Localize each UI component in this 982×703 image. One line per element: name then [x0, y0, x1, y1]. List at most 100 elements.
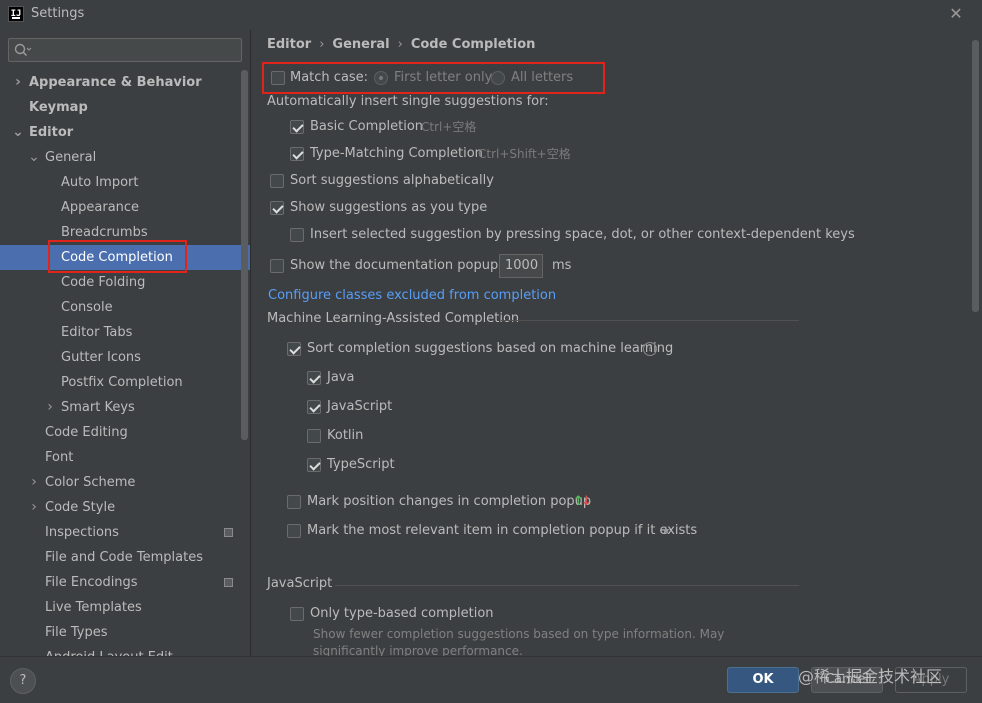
- star-icon: ★: [661, 524, 671, 537]
- ml-javascript-checkbox[interactable]: [307, 400, 321, 414]
- sidebar-item-label: Breadcrumbs: [61, 225, 148, 240]
- breadcrumb-editor[interactable]: Editor: [267, 37, 311, 52]
- js-section-separator: [335, 585, 799, 586]
- sidebar-item-console[interactable]: Console: [0, 295, 250, 320]
- sidebar-item-android-layout-edit[interactable]: Android Layout Edit...: [0, 645, 250, 656]
- sidebar-scrollbar[interactable]: [241, 70, 248, 440]
- ml-sort-checkbox[interactable]: [287, 342, 301, 356]
- show-as-type-checkbox[interactable]: [270, 201, 284, 215]
- ml-typescript-checkbox[interactable]: [307, 458, 321, 472]
- show-as-type-label: Show suggestions as you type: [290, 200, 488, 215]
- match-case-checkbox[interactable]: [271, 71, 285, 85]
- sidebar-item-keymap[interactable]: Keymap: [0, 95, 250, 120]
- sidebar-item-editor-tabs[interactable]: Editor Tabs: [0, 320, 250, 345]
- sort-alpha-label: Sort suggestions alphabetically: [290, 173, 494, 188]
- sidebar-item-breadcrumbs[interactable]: Breadcrumbs: [0, 220, 250, 245]
- mark-relevant-checkbox[interactable]: [287, 524, 301, 538]
- sidebar-item-editor[interactable]: ⌄ Editor: [0, 120, 250, 145]
- sidebar-item-label: Auto Import: [61, 175, 139, 190]
- chevron-right-icon[interactable]: ›: [28, 495, 40, 520]
- help-icon[interactable]: ?: [643, 342, 657, 356]
- sidebar-item-gutter-icons[interactable]: Gutter Icons: [0, 345, 250, 370]
- sidebar-item-label: General: [45, 150, 97, 165]
- match-case-label: Match case:: [290, 70, 369, 85]
- sidebar-item-label: Inspections: [45, 525, 119, 540]
- sidebar-item-code-editing[interactable]: Code Editing: [0, 420, 250, 445]
- ml-typescript-label: TypeScript: [327, 457, 395, 472]
- sidebar-item-label: Font: [45, 450, 74, 465]
- sidebar-item-label: Gutter Icons: [61, 350, 141, 365]
- ml-section-separator: [501, 320, 799, 321]
- type-matching-checkbox[interactable]: [290, 147, 304, 161]
- basic-completion-shortcut: Ctrl+空格: [421, 120, 477, 134]
- doc-popup-unit: ms: [552, 258, 572, 273]
- breadcrumb-general[interactable]: General: [332, 37, 389, 52]
- type-based-description-line2: significantly improve performance.: [313, 644, 523, 656]
- type-based-checkbox[interactable]: [290, 607, 304, 621]
- mark-position-checkbox[interactable]: [287, 495, 301, 509]
- sidebar-item-label: File and Code Templates: [45, 550, 203, 565]
- sidebar-item-auto-import[interactable]: Auto Import: [0, 170, 250, 195]
- sidebar-item-label: Editor: [29, 125, 74, 140]
- breadcrumb-separator: ›: [397, 37, 403, 52]
- sidebar-item-code-folding[interactable]: Code Folding: [0, 270, 250, 295]
- sidebar-item-code-style[interactable]: › Code Style: [0, 495, 250, 520]
- js-section-header: JavaScript: [267, 576, 333, 591]
- sidebar-item-inspections[interactable]: Inspections: [0, 520, 250, 545]
- breadcrumb: Editor › General › Code Completion: [267, 37, 535, 52]
- chevron-right-icon[interactable]: ›: [28, 470, 40, 495]
- sidebar-item-general[interactable]: ⌄ General: [0, 145, 250, 170]
- sidebar-item-file-types[interactable]: File Types: [0, 620, 250, 645]
- project-scope-icon: [224, 528, 233, 537]
- settings-sidebar: › Appearance & Behavior Keymap ⌄ Editor ⌄ Gene…: [0, 30, 250, 656]
- content-scrollbar[interactable]: [972, 40, 979, 312]
- basic-completion-checkbox[interactable]: [290, 120, 304, 134]
- ml-java-checkbox[interactable]: [307, 371, 321, 385]
- chevron-right-icon[interactable]: ›: [12, 70, 24, 95]
- sidebar-item-appearance[interactable]: Appearance: [0, 195, 250, 220]
- window-title: Settings: [31, 6, 85, 21]
- sidebar-item-label: Code Completion: [61, 250, 173, 265]
- sidebar-item-postfix-completion[interactable]: Postfix Completion: [0, 370, 250, 395]
- intellij-logo-icon: IJ: [8, 6, 24, 22]
- sidebar-item-color-scheme[interactable]: › Color Scheme: [0, 470, 250, 495]
- sidebar-item-file-encodings[interactable]: File Encodings: [0, 570, 250, 595]
- sidebar-item-font[interactable]: Font: [0, 445, 250, 470]
- sidebar-item-label: File Encodings: [45, 575, 138, 590]
- watermark: @稀土掘金技术社区: [798, 667, 943, 686]
- sidebar-item-label: Code Style: [45, 500, 116, 515]
- help-button[interactable]: ?: [10, 668, 36, 694]
- sidebar-item-label: Keymap: [29, 100, 88, 115]
- close-icon[interactable]: ✕: [946, 4, 966, 24]
- chevron-down-icon[interactable]: ⌄: [28, 145, 40, 170]
- sidebar-item-code-completion[interactable]: Code Completion: [0, 245, 250, 270]
- dialog-footer: ? OK Cancel Apply @稀土掘金技术社区: [0, 656, 982, 703]
- insert-selected-checkbox[interactable]: [290, 228, 304, 242]
- sidebar-item-label: Code Folding: [61, 275, 146, 290]
- doc-popup-checkbox[interactable]: [270, 259, 284, 273]
- sidebar-item-live-templates[interactable]: Live Templates: [0, 595, 250, 620]
- sort-alpha-checkbox[interactable]: [270, 174, 284, 188]
- ml-kotlin-checkbox[interactable]: [307, 429, 321, 443]
- first-letter-radio[interactable]: [374, 71, 388, 85]
- search-input[interactable]: [8, 38, 242, 62]
- chevron-right-icon[interactable]: ›: [44, 395, 56, 420]
- ok-button[interactable]: OK: [727, 667, 799, 693]
- type-matching-shortcut: Ctrl+Shift+空格: [478, 147, 571, 161]
- doc-popup-delay-input[interactable]: 1000: [499, 254, 543, 278]
- chevron-down-icon[interactable]: ⌄: [12, 120, 24, 145]
- all-letters-radio[interactable]: [491, 71, 505, 85]
- sidebar-item-file-and-code-templates[interactable]: File and Code Templates: [0, 545, 250, 570]
- search-icon: [14, 43, 32, 57]
- sidebar-item-label: Color Scheme: [45, 475, 136, 490]
- project-scope-icon: [224, 578, 233, 587]
- type-based-label: Only type-based completion: [310, 606, 494, 621]
- breadcrumb-separator: ›: [319, 37, 325, 52]
- doc-popup-label: Show the documentation popup in: [290, 258, 515, 273]
- ml-section-header: Machine Learning-Assisted Completion: [267, 311, 520, 326]
- sidebar-item-smart-keys[interactable]: › Smart Keys: [0, 395, 250, 420]
- configure-excluded-link[interactable]: Configure classes excluded from completi…: [268, 286, 556, 306]
- sidebar-item-label: Code Editing: [45, 425, 128, 440]
- mark-relevant-label: Mark the most relevant item in completio…: [307, 523, 698, 538]
- sidebar-item-appearance-behavior[interactable]: › Appearance & Behavior: [0, 70, 250, 95]
